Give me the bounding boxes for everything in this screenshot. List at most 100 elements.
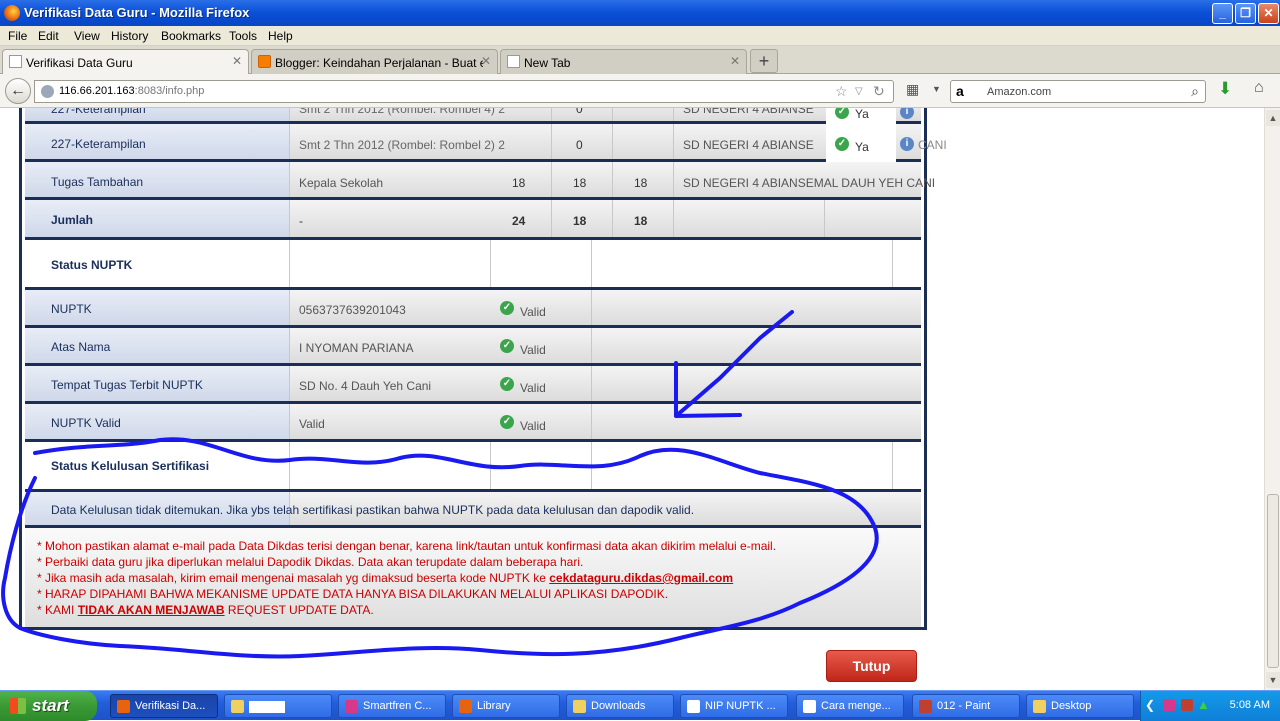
status-sertifikasi-header: Status Kelulusan Sertifikasi <box>51 459 210 473</box>
taskbar-item[interactable]: 012 - Paint <box>912 694 1020 718</box>
taskbar-item[interactable]: Downloads <box>566 694 674 718</box>
addon-dropdown-icon[interactable]: ▼ <box>932 84 941 94</box>
table-row: Tugas Tambahan Kepala Sekolah 18 18 18 S… <box>25 162 935 200</box>
check-icon: ✓ <box>500 415 514 429</box>
check-icon: ✓ <box>500 301 514 315</box>
status-nuptk-header: Status NUPTK <box>51 258 133 272</box>
sertifikasi-message: Data Kelulusan tidak ditemukan. Jika ybs… <box>51 503 695 517</box>
page-icon <box>9 55 22 68</box>
search-bar[interactable]: a Amazon.com ⌕ <box>950 80 1206 103</box>
taskbar-item[interactable]: Desktop <box>1026 694 1134 718</box>
scroll-down-icon[interactable]: ▼ <box>1266 672 1280 688</box>
menu-bar: File Edit View History Bookmarks Tools H… <box>0 26 1280 46</box>
taskbar-item[interactable]: Verifikasi Da... <box>110 694 218 718</box>
check-icon: ✓ <box>835 137 849 151</box>
firefox-icon <box>4 5 20 21</box>
url-bar[interactable]: 116.66.201.163:8083/info.php ☆ ▽ ↻ <box>34 80 894 103</box>
table-row: Jumlah - 24 18 18 <box>25 200 921 240</box>
taskbar-item[interactable]: Library <box>452 694 560 718</box>
windows-logo-icon <box>10 698 26 714</box>
document-icon <box>803 700 816 713</box>
taskbar: start Verifikasi Da... Smartfren C... Li… <box>0 690 1280 721</box>
bookmark-star-icon[interactable]: ☆ <box>835 83 848 100</box>
menu-tools[interactable]: Tools <box>229 29 257 43</box>
network-tray-icon[interactable] <box>1181 699 1193 711</box>
taskbar-item[interactable]: NIP NUPTK ... <box>680 694 788 718</box>
scroll-up-icon[interactable]: ▲ <box>1266 110 1280 126</box>
menu-help[interactable]: Help <box>268 29 293 43</box>
back-button[interactable]: ← <box>5 78 31 104</box>
menu-edit[interactable]: Edit <box>38 29 59 43</box>
tab-close-icon[interactable]: ✕ <box>481 54 491 68</box>
download-icon[interactable]: ⬇ <box>1218 79 1232 99</box>
menu-history[interactable]: History <box>111 29 148 43</box>
vertical-scrollbar[interactable]: ▲ ▼ <box>1264 108 1280 690</box>
page-icon <box>507 55 520 68</box>
firefox-icon <box>117 700 130 713</box>
close-window-button[interactable]: ✕ <box>1258 3 1279 24</box>
taskbar-item[interactable] <box>224 694 332 718</box>
smartfren-icon <box>345 700 358 713</box>
tab-bar: Verifikasi Data Guru ✕ Blogger: Keindaha… <box>0 46 1280 75</box>
tab-close-icon[interactable]: ✕ <box>730 54 740 68</box>
tab-new[interactable]: New Tab ✕ <box>500 49 747 74</box>
tutup-button[interactable]: Tutup <box>826 650 917 682</box>
title-bar: Verifikasi Data Guru - Mozilla Firefox _… <box>0 0 1280 26</box>
menu-view[interactable]: View <box>74 29 100 43</box>
no-reply-link[interactable]: TIDAK AKAN MENJAWAB <box>78 603 225 617</box>
info-icon[interactable]: i <box>900 108 914 119</box>
notes-box: * Mohon pastikan alamat e-mail pada Data… <box>25 528 921 627</box>
tab-blogger[interactable]: Blogger: Keindahan Perjalanan - Buat ent… <box>251 49 498 74</box>
scroll-thumb[interactable] <box>1267 494 1279 668</box>
tray-expand-icon[interactable]: ❮ <box>1145 698 1155 712</box>
globe-icon <box>41 85 54 98</box>
tab-label: New Tab <box>524 56 571 70</box>
page-content: 227-Keterampilan Smt 2 Thn 2012 (Rombel:… <box>0 108 1264 690</box>
table-row: NUPTK 0563737639201043 ✓ Valid <box>25 290 921 328</box>
tab-label: Verifikasi Data Guru <box>26 56 133 70</box>
check-icon: ✓ <box>500 377 514 391</box>
email-link[interactable]: cekdataguru.dikdas@gmail.com <box>549 571 733 585</box>
folder-icon <box>573 700 586 713</box>
reload-icon[interactable]: ↻ <box>873 83 885 100</box>
table-row: 227-Keterampilan Smt 2 Thn 2012 (Rombel:… <box>25 108 921 124</box>
search-icon[interactable]: ⌕ <box>1191 83 1199 100</box>
note-email: * Jika masih ada masalah, kirim email me… <box>37 571 733 585</box>
info-icon[interactable]: i <box>900 137 914 151</box>
section-header: Status NUPTK <box>25 240 921 290</box>
check-icon: ✓ <box>500 339 514 353</box>
table-row: Tempat Tugas Terbit NUPTK SD No. 4 Dauh … <box>25 366 921 404</box>
warning-tray-icon[interactable]: ▲ <box>1197 697 1210 712</box>
search-engine-label: Amazon.com <box>987 86 1052 98</box>
menu-bookmarks[interactable]: Bookmarks <box>161 29 221 43</box>
new-tab-button[interactable]: + <box>750 49 778 73</box>
history-dropdown-icon[interactable]: ▽ <box>855 86 863 97</box>
blogger-icon <box>258 55 271 68</box>
tab-label: Blogger: Keindahan Perjalanan - Buat ent… <box>275 56 483 70</box>
menu-file[interactable]: File <box>8 29 27 43</box>
table-row: NUPTK Valid Valid ✓ Valid <box>25 404 921 442</box>
smartfren-tray-icon[interactable] <box>1163 699 1175 711</box>
window-title: Verifikasi Data Guru - Mozilla Firefox <box>24 5 250 20</box>
amazon-icon: a <box>956 83 964 99</box>
table-row: Atas Nama I NYOMAN PARIANA ✓ Valid <box>25 328 921 366</box>
folder-icon <box>231 700 244 713</box>
tab-close-icon[interactable]: ✕ <box>232 54 242 68</box>
url-text: 116.66.201.163:8083/info.php <box>59 85 205 97</box>
navigation-bar: ← 116.66.201.163:8083/info.php ☆ ▽ ↻ ▦ ▼… <box>0 74 1280 108</box>
note-no-reply: * KAMI TIDAK AKAN MENJAWAB REQUEST UPDAT… <box>37 603 374 617</box>
taskbar-item[interactable]: Cara menge... <box>796 694 904 718</box>
info-panel: 227-Keterampilan Smt 2 Thn 2012 (Rombel:… <box>19 108 947 630</box>
home-icon[interactable]: ⌂ <box>1254 79 1264 97</box>
firefox-icon <box>459 700 472 713</box>
taskbar-item[interactable]: Smartfren C... <box>338 694 446 718</box>
start-button[interactable]: start <box>0 691 97 721</box>
document-icon <box>687 700 700 713</box>
maximize-button[interactable]: ❐ <box>1235 3 1256 24</box>
system-tray: ❮ ▲ 5:08 AM <box>1140 691 1280 721</box>
minimize-button[interactable]: _ <box>1212 3 1233 24</box>
addon-icon[interactable]: ▦ <box>906 81 919 98</box>
tab-verifikasi[interactable]: Verifikasi Data Guru ✕ <box>2 49 249 75</box>
clock: 5:08 AM <box>1229 699 1270 711</box>
table-row: Data Kelulusan tidak ditemukan. Jika ybs… <box>25 492 921 528</box>
